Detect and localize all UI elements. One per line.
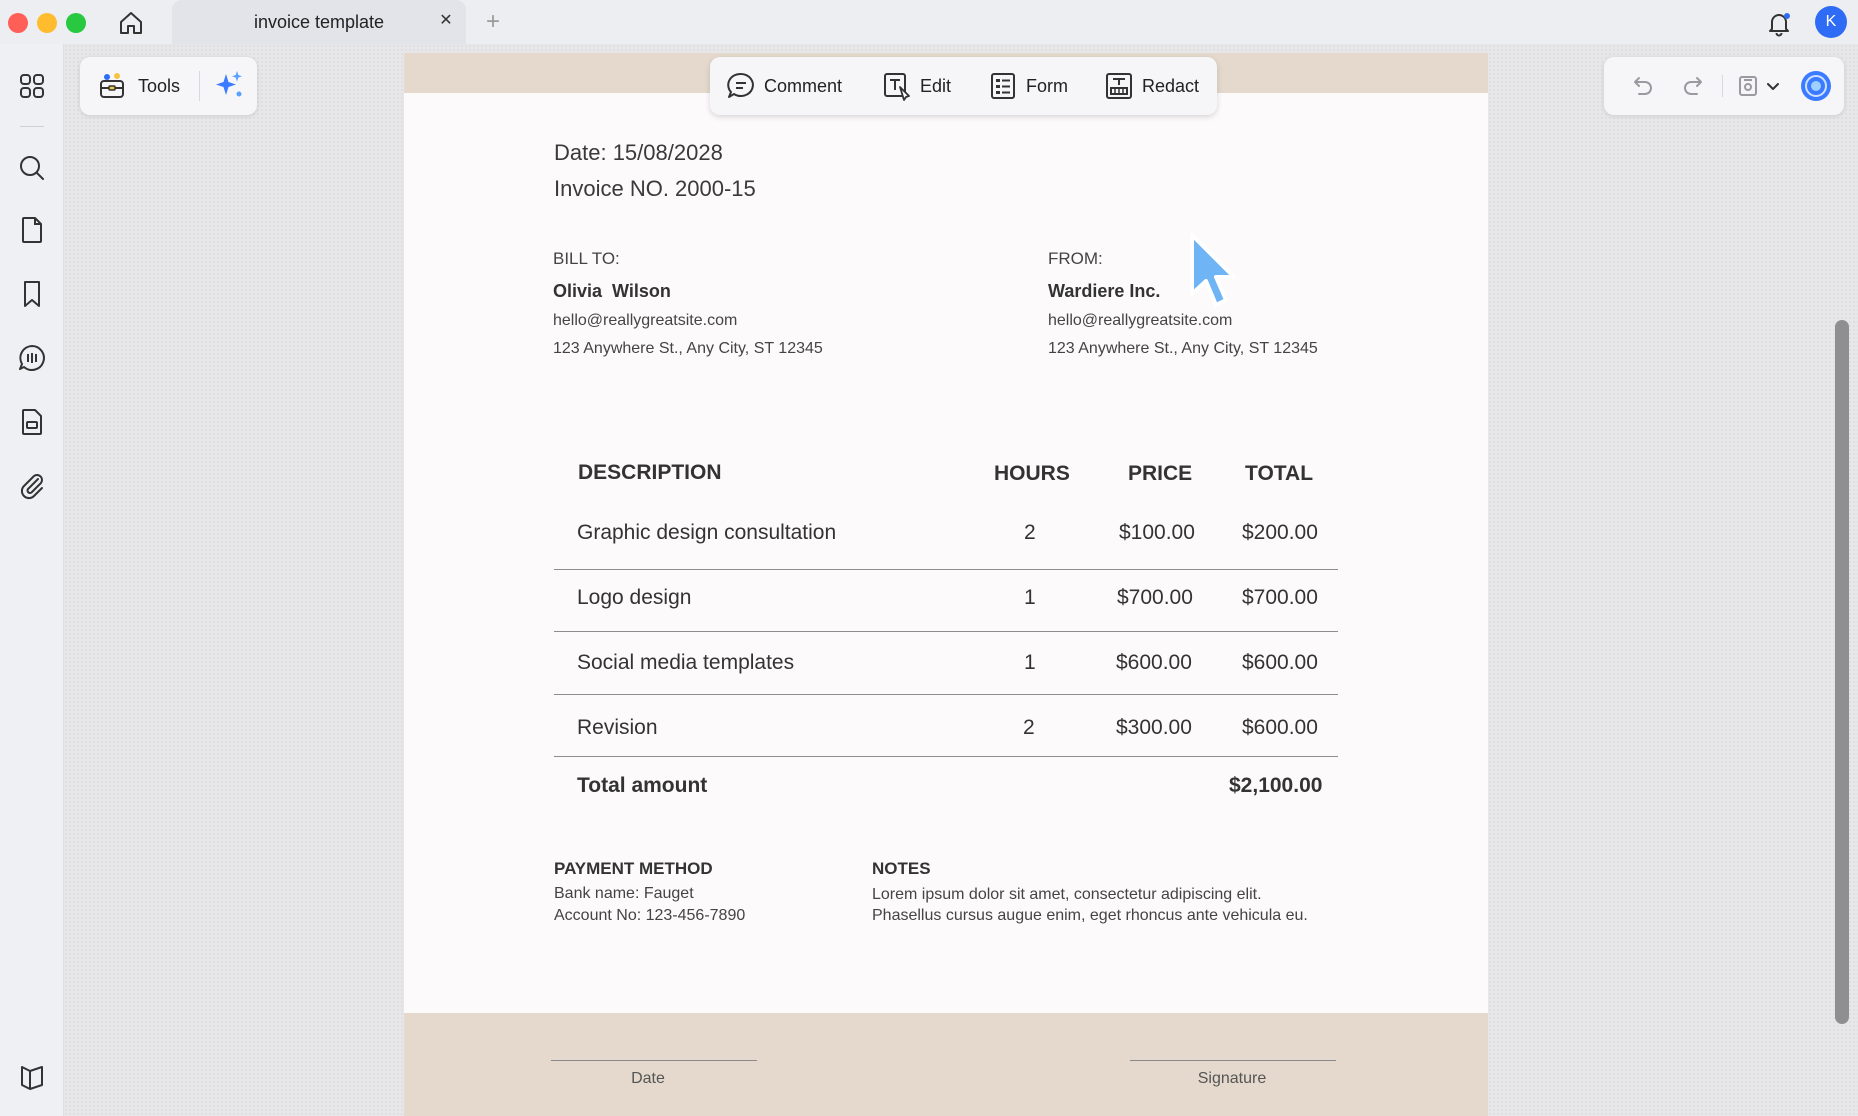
invoice-page: [404, 53, 1488, 1116]
notes-title: NOTES: [872, 859, 931, 878]
pages-icon[interactable]: [16, 214, 48, 246]
row4-total: $600.00: [1242, 716, 1318, 739]
bill-to-name: Olivia Wilson: [553, 281, 671, 301]
undo-icon[interactable]: [1628, 72, 1656, 100]
reader-mode-icon[interactable]: [16, 1062, 48, 1094]
row3-total: $600.00: [1242, 651, 1318, 674]
bill-to-email: hello@reallygreatsite.com: [553, 312, 738, 329]
row2-price: $700.00: [1117, 586, 1193, 609]
attachment-icon[interactable]: [16, 470, 48, 502]
from-email: hello@reallygreatsite.com: [1048, 312, 1233, 329]
table-row-divider: [554, 756, 1338, 757]
sidebar-divider: [20, 126, 44, 127]
th-price: PRICE: [1128, 462, 1193, 485]
tools-panel: Tools: [80, 57, 257, 115]
search-icon[interactable]: [16, 152, 48, 184]
bookmark-icon[interactable]: [16, 278, 48, 310]
chevron-down-icon[interactable]: [1764, 72, 1782, 100]
th-hours: HOURS: [994, 462, 1070, 485]
notes-line-2: Phasellus cursus augue enim, eget rhoncu…: [872, 907, 1308, 924]
row4-price: $300.00: [1116, 716, 1192, 739]
row2-description: Logo design: [577, 586, 692, 609]
payment-account: Account No: 123-456-7890: [554, 907, 746, 924]
from-label: FROM:: [1048, 249, 1103, 268]
form-label: Form: [1026, 76, 1068, 96]
history-toolbar: [1604, 57, 1844, 115]
footer-date-label: Date: [631, 1070, 665, 1087]
comments-icon[interactable]: [16, 342, 48, 374]
ai-sparkle-icon[interactable]: [212, 68, 246, 102]
row1-total: $200.00: [1242, 521, 1318, 544]
date-signature-line: [551, 1060, 757, 1061]
toolbox-icon[interactable]: [96, 70, 128, 102]
title-bar: invoice template ✕ + K: [0, 0, 1858, 44]
close-window-button[interactable]: [8, 13, 28, 33]
home-icon[interactable]: [116, 8, 146, 38]
minimize-window-button[interactable]: [37, 13, 57, 33]
notification-bell-icon[interactable]: [1764, 8, 1794, 38]
new-tab-button[interactable]: +: [480, 9, 506, 35]
row2-total: $700.00: [1242, 586, 1318, 609]
form-icon: [991, 73, 1015, 99]
row2-hours: 1: [1024, 586, 1036, 609]
tab-title: invoice template: [253, 12, 385, 32]
table-row-divider: [554, 631, 1338, 632]
mouse-cursor-icon: [1190, 233, 1236, 307]
left-sidebar: [0, 44, 64, 1116]
row3-description: Social media templates: [577, 651, 795, 674]
tools-separator: [199, 71, 200, 101]
row1-price: $100.00: [1119, 521, 1195, 544]
ai-assistant-icon[interactable]: [1800, 70, 1832, 102]
comment-button[interactable]: Comment: [726, 57, 856, 115]
comment-label: Comment: [764, 76, 843, 96]
page-footer-band: [404, 1013, 1488, 1116]
invoice-number: Invoice NO. 2000-15: [554, 176, 756, 201]
user-avatar[interactable]: K: [1815, 6, 1847, 38]
payment-method-title: PAYMENT METHOD: [554, 859, 713, 878]
edit-label: Edit: [920, 76, 952, 96]
row4-hours: 2: [1023, 716, 1035, 739]
redact-button[interactable]: Redact: [1104, 57, 1204, 115]
save-icon[interactable]: [1734, 72, 1762, 100]
payment-bank: Bank name: Fauget: [554, 885, 694, 902]
table-row-divider: [554, 569, 1338, 570]
notes-line-1: Lorem ipsum dolor sit amet, consectetur …: [872, 886, 1262, 903]
edit-button[interactable]: Edit: [882, 57, 962, 115]
total-amount-value: $2,100.00: [1229, 774, 1323, 797]
form-button[interactable]: Form: [988, 57, 1078, 115]
bill-to-label: BILL TO:: [553, 249, 620, 268]
redact-icon: [1106, 73, 1132, 99]
maximize-window-button[interactable]: [66, 13, 86, 33]
row3-hours: 1: [1024, 651, 1036, 674]
row1-hours: 2: [1024, 521, 1036, 544]
th-description: DESCRIPTION: [578, 461, 722, 484]
toolbar-separator: [1722, 75, 1723, 97]
signature-line: [1130, 1060, 1336, 1061]
row3-price: $600.00: [1116, 651, 1192, 674]
tab-invoice-template[interactable]: invoice template ✕: [172, 0, 466, 44]
edit-text-icon: [884, 73, 910, 101]
redo-icon[interactable]: [1680, 72, 1708, 100]
apps-icon[interactable]: [16, 70, 48, 102]
total-amount-label: Total amount: [577, 774, 708, 797]
edit-toolbar: Comment Edit Form Redact: [710, 57, 1217, 115]
th-total: TOTAL: [1245, 462, 1314, 485]
tab-close-button[interactable]: ✕: [436, 11, 456, 31]
table-row-divider: [554, 694, 1338, 695]
row4-description: Revision: [577, 716, 658, 739]
form-fields-icon[interactable]: [16, 406, 48, 438]
bill-to-address: 123 Anywhere St., Any City, ST 12345: [553, 340, 823, 357]
row1-description: Graphic design consultation: [577, 521, 837, 544]
from-address: 123 Anywhere St., Any City, ST 12345: [1048, 340, 1318, 357]
tools-label[interactable]: Tools: [138, 76, 180, 97]
comment-icon: [727, 72, 754, 98]
from-name: Wardiere Inc.: [1048, 281, 1161, 301]
invoice-date: Date: 15/08/2028: [554, 140, 723, 165]
redact-label: Redact: [1142, 76, 1200, 96]
footer-signature-label: Signature: [1197, 1070, 1267, 1087]
vertical-scrollbar-thumb[interactable]: [1835, 320, 1849, 1024]
